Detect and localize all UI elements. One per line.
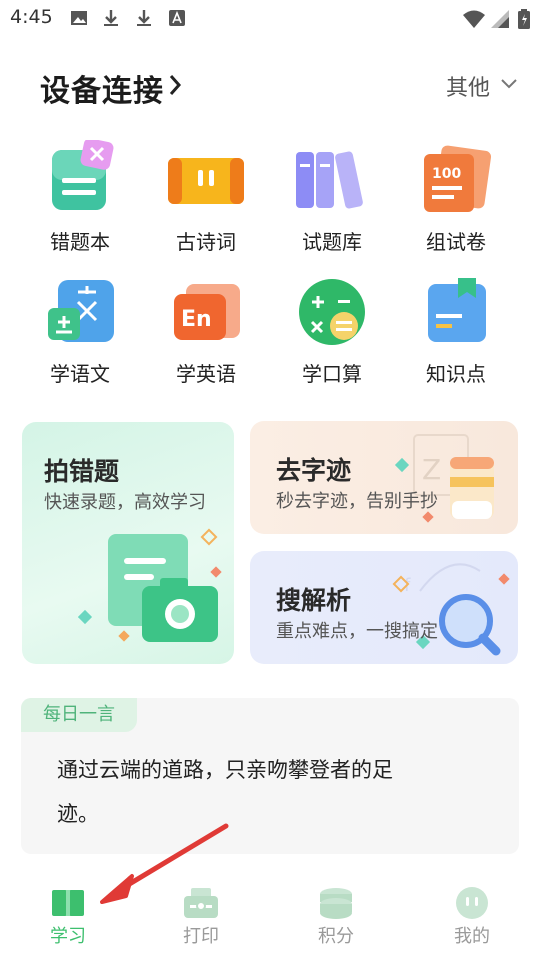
status-bar: 4:45: [0, 0, 540, 36]
tool-label: 古诗词: [176, 230, 236, 254]
tool-label: 学语文: [50, 362, 110, 386]
wifi-icon: [463, 10, 485, 28]
profile-face-icon: [456, 887, 488, 919]
tool-wrong-notebook[interactable]: 错题本: [20, 138, 140, 255]
download-icon: [137, 10, 151, 26]
status-time: 4:45: [10, 6, 53, 28]
card-title: 去字迹: [276, 456, 352, 485]
tool-label: 试题库: [302, 230, 362, 254]
chinese-character-icon: [48, 280, 114, 342]
tab-label: 打印: [183, 926, 219, 947]
calculator-icon: [299, 279, 365, 345]
tool-label: 知识点: [426, 362, 486, 386]
svg-text:Z: Z: [422, 453, 441, 486]
diamond-decoration-icon: [394, 457, 410, 473]
tool-ancient-poetry[interactable]: 古诗词: [146, 140, 266, 255]
eraser-icon: Z: [413, 434, 494, 519]
device-connect-title[interactable]: 设备连接: [40, 66, 164, 110]
tool-label: 学口算: [302, 362, 362, 386]
chevron-right-icon[interactable]: [168, 70, 182, 100]
card-subtitle: 重点难点，一搜搞定: [276, 621, 438, 642]
quote-line: 通过云端的道路，只亲吻攀登者的足: [57, 758, 393, 782]
download-icon: [104, 10, 118, 26]
svg-text:En: En: [181, 307, 212, 332]
tab-label: 我的: [454, 926, 490, 947]
image-icon: [71, 11, 87, 25]
daily-quote-tag: 每日一言: [21, 698, 137, 732]
card-title: 搜解析: [276, 586, 352, 615]
font-app-icon: [169, 10, 185, 26]
camera-document-icon: [78, 528, 222, 642]
tool-mental-math[interactable]: 学口算: [272, 272, 392, 387]
bookmark-book-icon: [428, 278, 486, 342]
battery-icon: [518, 9, 530, 29]
tool-label: 错题本: [50, 230, 110, 254]
test-paper-icon: 100: [424, 145, 492, 212]
tool-question-bank[interactable]: 试题库: [272, 140, 392, 255]
coins-icon: [320, 888, 352, 919]
signal-icon: [491, 10, 509, 28]
card-subtitle: 秒去字迹，告别手抄: [276, 491, 438, 512]
card-subtitle: 快速录题，高效学习: [44, 492, 206, 513]
tool-label: 组试卷: [426, 230, 486, 254]
books-icon: [296, 151, 363, 209]
english-icon: En: [174, 284, 240, 340]
annotation-arrow-icon: [100, 823, 229, 904]
tool-learn-chinese[interactable]: 学语文: [20, 272, 140, 387]
tool-label: 学英语: [176, 362, 236, 386]
chevron-down-icon[interactable]: [500, 77, 518, 91]
tab-points[interactable]: 积分: [291, 886, 381, 948]
magnifier-icon: f: [392, 563, 510, 656]
tab-mine[interactable]: 我的: [427, 886, 517, 948]
scroll-icon: [168, 158, 244, 204]
card-title: 拍错题: [44, 457, 120, 486]
remove-handwriting-card[interactable]: Z 去字迹 秒去字迹，告别手抄: [250, 421, 518, 534]
tool-compose-paper[interactable]: 100 组试卷: [396, 140, 516, 255]
tab-label: 积分: [318, 926, 354, 947]
search-analysis-card[interactable]: f 搜解析 重点难点，一搜搞定: [250, 551, 518, 664]
tool-knowledge-points[interactable]: 知识点: [396, 272, 516, 387]
tab-label: 学习: [50, 926, 86, 947]
wrong-notebook-icon: [52, 138, 114, 210]
other-menu-label[interactable]: 其他: [446, 70, 490, 102]
svg-text:100: 100: [432, 166, 461, 182]
photo-wrong-question-card[interactable]: 拍错题 快速录题，高效学习: [22, 422, 234, 664]
tool-learn-english[interactable]: En 学英语: [146, 272, 266, 387]
